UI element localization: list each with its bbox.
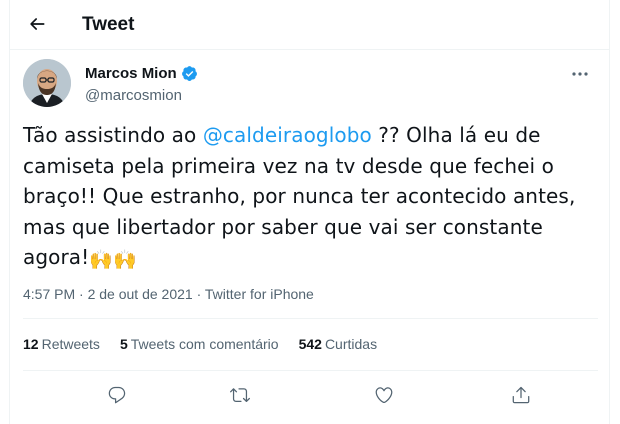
tweet-metadata: 4:57 PM · 2 de out de 2021 · Twitter for… <box>23 286 314 302</box>
share-icon <box>512 386 530 404</box>
tweet-source-link[interactable]: Twitter for iPhone <box>205 286 314 302</box>
like-button[interactable] <box>372 383 396 407</box>
author-handle[interactable]: @marcosmion <box>85 87 182 104</box>
share-button[interactable] <box>509 383 533 407</box>
like-icon <box>375 387 393 404</box>
raising-hands-emoji: 🙌🙌 <box>89 249 137 271</box>
page-title: Tweet <box>82 14 135 35</box>
quote-tweets-label: Tweets com comentário <box>130 336 279 352</box>
tweet-actions <box>23 381 598 409</box>
retweets-count: 12 <box>23 336 39 352</box>
tweet-date[interactable]: 2 de out de 2021 <box>88 286 193 302</box>
likes-stat[interactable]: 542 Curtidas <box>299 336 378 352</box>
back-button[interactable] <box>24 11 50 37</box>
avatar[interactable] <box>23 59 71 107</box>
retweets-stat[interactable]: 12 Retweets <box>23 336 100 352</box>
likes-count: 542 <box>298 336 322 352</box>
likes-label: Curtidas <box>324 336 378 352</box>
tweet-stats: 12 Retweets 5 Tweets com comentário 542 Cur… <box>23 336 397 352</box>
tweet-text-start: Tão assistindo ao <box>23 123 203 147</box>
retweet-button[interactable] <box>228 383 252 407</box>
tweet-time[interactable]: 4:57 PM <box>23 286 75 302</box>
mention-link[interactable]: @caldeiraoglobo <box>203 123 372 147</box>
back-arrow-icon <box>30 18 45 30</box>
page-header: Tweet <box>10 0 609 50</box>
quote-tweets-stat[interactable]: 5 Tweets com comentário <box>120 336 279 352</box>
verified-badge-icon <box>181 66 197 81</box>
retweet-icon <box>230 388 250 403</box>
meta-separator: · <box>196 286 202 302</box>
divider <box>23 318 598 319</box>
avatar-image <box>23 59 71 107</box>
more-options-button[interactable] <box>567 64 593 84</box>
more-options-icon <box>572 72 588 76</box>
meta-separator: · <box>79 286 84 302</box>
author-name-row[interactable]: Marcos Mion <box>85 65 198 82</box>
tweet-text: Tão assistindo ao @caldeiraoglobo ?? Olh… <box>23 120 598 276</box>
reply-icon <box>108 386 126 404</box>
reply-button[interactable] <box>105 383 129 407</box>
frame-border-right <box>609 0 610 424</box>
author-display-name[interactable]: Marcos Mion <box>85 65 177 82</box>
frame-border-left <box>9 0 10 424</box>
divider <box>23 370 598 371</box>
quote-tweets-count: 5 <box>119 336 128 352</box>
retweets-label: Retweets <box>41 336 100 352</box>
